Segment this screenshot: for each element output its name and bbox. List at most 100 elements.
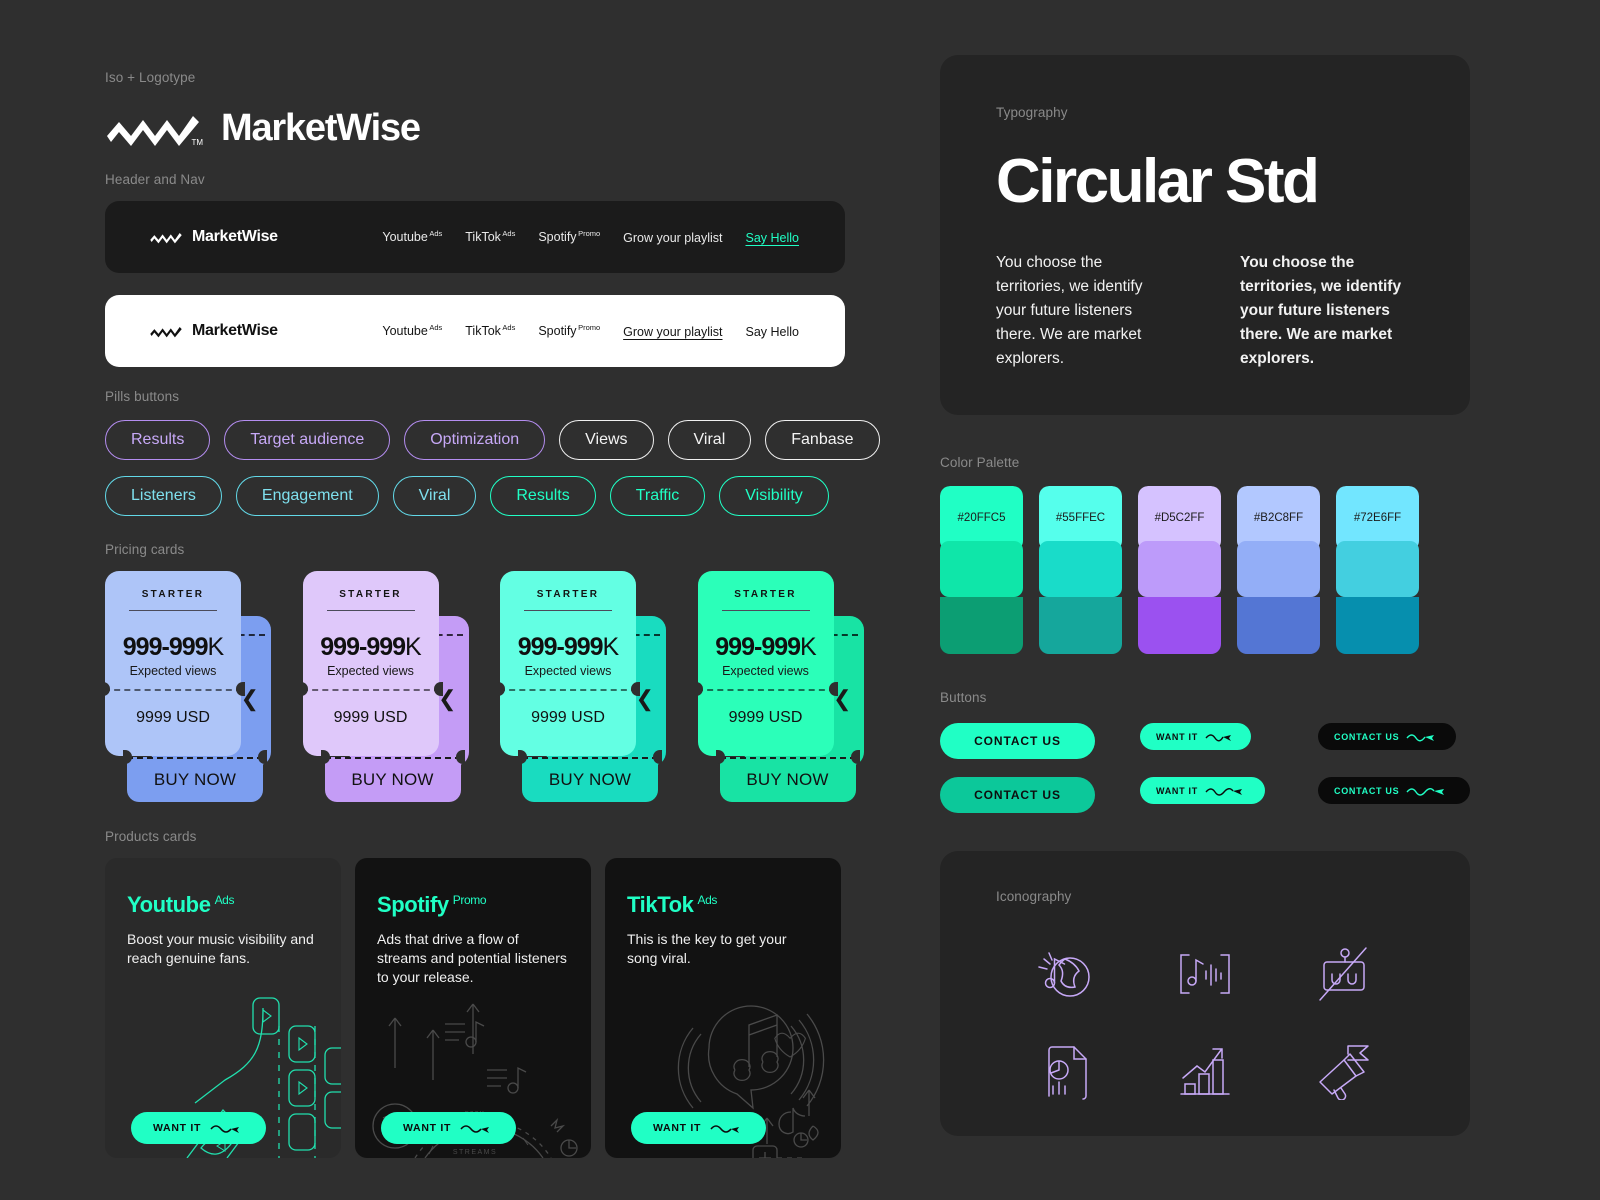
pill-results[interactable]: Results [105, 420, 211, 460]
contact-us-button-solid[interactable]: CONTACT US [940, 723, 1095, 760]
navbar-dark[interactable]: MarketWise Youtube Ads TikTok Ads Spotify P… [105, 201, 845, 273]
pill-optimization[interactable]: Optimization [404, 420, 546, 460]
section-label-buttons: Buttons [940, 690, 987, 706]
nav-link-say-hello[interactable]: Say Hello [746, 325, 800, 339]
want-it-button[interactable]: WANT IT [131, 1112, 267, 1144]
wavy-arrow-icon [1205, 733, 1231, 742]
brand-wordmark: MarketWise [221, 107, 421, 149]
pill-results[interactable]: Results [490, 476, 596, 516]
nav-link-grow-playlist[interactable]: Grow your playlist [623, 325, 722, 339]
ticket-perforation [696, 689, 835, 691]
buy-perforation [324, 757, 461, 759]
ticket-notch-right [631, 682, 640, 696]
contact-us-button-dark[interactable]: CONTACT US [1318, 723, 1457, 751]
nav-link-grow-playlist[interactable]: Grow your playlist [623, 231, 722, 245]
contact-us-button-solid-deep[interactable]: CONTACT US [940, 777, 1095, 814]
pill-target-audience[interactable]: Target audience [224, 420, 391, 460]
nav-link-youtube[interactable]: Youtube Ads [382, 229, 442, 244]
color-swatch[interactable]: #55FFEC [1039, 486, 1122, 655]
navbar-light-brand[interactable]: MarketWise [149, 322, 278, 340]
nav-link-spotify[interactable]: Spotify Promo [538, 229, 600, 244]
audio-waveform-icon[interactable] [1173, 942, 1237, 1006]
buy-notch-right [653, 750, 662, 764]
ticket-notch-right [828, 682, 838, 696]
document-analytics-icon[interactable] [1034, 1040, 1098, 1104]
globe-music-icon[interactable] [1034, 942, 1098, 1006]
section-label-header-nav: Header and Nav [105, 172, 205, 187]
buy-now-button[interactable]: BUY NOW [320, 750, 465, 802]
wavy-arrow-icon [710, 1125, 740, 1133]
pill-visibility[interactable]: Visibility [719, 476, 829, 516]
nav-link-tiktok[interactable]: TikTok Ads [465, 229, 515, 244]
product-title-tiktok: TikTok Ads [627, 892, 717, 917]
growth-chart-icon[interactable] [1173, 1040, 1237, 1104]
buy-perforation [127, 757, 263, 759]
product-card-spotify[interactable]: 500K STREAMS SpotifyPromo Ads that drive… [355, 858, 591, 1158]
navbar-light[interactable]: MarketWise Youtube Ads TikTok Ads Spotify P… [105, 295, 845, 367]
ticket-price-unit: K [602, 633, 620, 662]
product-card-youtube[interactable]: Youtube Ads Boost your music visibility a… [105, 858, 341, 1158]
contact-us-button-dark-long[interactable]: CONTACT US [1318, 777, 1471, 805]
product-description: Boost your music visibility and reach ge… [127, 931, 314, 967]
ticket-plan-name: STARTER [734, 589, 797, 600]
color-palette-group: Color Palette #20FFC5 #55FFEC #D5C2FF #B… [940, 455, 1470, 655]
nav-link-tiktok[interactable]: TikTok Ads [465, 323, 515, 338]
pill-viral[interactable]: Viral [667, 420, 752, 460]
pill-engagement[interactable]: Engagement [235, 476, 379, 516]
iconography-panel: Iconography [940, 851, 1470, 1137]
ticket-perforation [301, 689, 440, 691]
products-group: Products cards Youtube Ads Boost your mu… [105, 829, 845, 1158]
pricing-card[interactable]: ❮ STARTER 999-999K Expected views 9999 U… [298, 571, 469, 802]
pill-fanbase[interactable]: Fanbase [765, 420, 880, 460]
navbar-dark-brand[interactable]: MarketWise [149, 228, 278, 246]
color-swatch[interactable]: #72E6FF [1336, 486, 1419, 655]
product-title-spotify: Spotify Promo [377, 892, 487, 917]
buy-now-button[interactable]: BUY NOW [715, 750, 860, 802]
pricing-card[interactable]: ❮ STARTER 999-999K Expected views 9999 U… [693, 571, 864, 802]
marketwise-mark-icon [149, 231, 183, 244]
marketwise-mark-icon [149, 325, 183, 338]
ticket-perforation [104, 689, 242, 691]
pricing-cards-row: ❮ STARTER 999-999K Expected views 9999 U… [101, 571, 864, 802]
buttons-grid: CONTACT US WANT IT CONTACT US CONTACT US… [940, 723, 1471, 814]
wavy-arrow-icon [1406, 787, 1445, 796]
want-it-button[interactable]: WANT IT [381, 1112, 517, 1144]
no-ads-icon[interactable] [1312, 942, 1376, 1006]
megaphone-flag-icon[interactable] [1312, 1040, 1376, 1104]
buy-now-button[interactable]: BUY NOW [518, 750, 662, 802]
pricing-card[interactable]: ❮ STARTER 999-999K Expected views 9999 U… [101, 571, 271, 802]
product-card-tiktok[interactable]: TikTok Ads This is the key to get your so… [605, 858, 841, 1158]
color-swatch[interactable]: #20FFC5 [940, 486, 1023, 655]
want-it-button[interactable]: WANT IT [631, 1112, 767, 1144]
pill-listeners[interactable]: Listeners [105, 476, 222, 516]
section-label-typography: Typography [996, 105, 1068, 120]
nav-link-spotify[interactable]: Spotify Promo [538, 323, 600, 338]
ticket-price-caption: Expected views [722, 664, 809, 679]
color-swatch[interactable]: #D5C2FF [1138, 486, 1221, 655]
ticket-plan-name: STARTER [141, 589, 205, 600]
buy-now-button[interactable]: BUY NOW [123, 750, 267, 802]
ticket-usd-amount: 9999 USD [333, 709, 408, 726]
buy-now-label: BUY NOW [351, 769, 434, 789]
nav-link-say-hello[interactable]: Say Hello [746, 231, 800, 245]
nav-link-youtube[interactable]: Youtube Ads [382, 323, 442, 338]
pill-traffic[interactable]: Traffic [609, 476, 706, 516]
color-hex-label: #B2C8FF [1253, 511, 1304, 524]
typography-panel: Typography Circular Std You choose the t… [940, 55, 1470, 416]
pill-viral[interactable]: Viral [392, 476, 477, 516]
want-it-button-solid[interactable]: WANT IT [1140, 723, 1251, 751]
color-hex-label: #72E6FF [1353, 511, 1402, 524]
pricing-card[interactable]: ❮ STARTER 999-999K Expected views 9999 U… [496, 571, 666, 802]
color-swatch[interactable]: #B2C8FF [1237, 486, 1320, 655]
ticket-notch-left [693, 682, 703, 696]
ticket-price-value: 999-999 [122, 633, 209, 662]
trademark-symbol: TM [191, 137, 203, 147]
pill-views[interactable]: Views [559, 420, 654, 460]
buy-notch-right [455, 750, 465, 764]
buy-notch-left [320, 750, 330, 764]
ticket-notch-right [433, 682, 443, 696]
section-label-pricing: Pricing cards [105, 542, 185, 557]
product-title-youtube: Youtube Ads [127, 892, 235, 917]
ticket-usd-amount: 9999 USD [136, 709, 210, 726]
want-it-button-solid-long[interactable]: WANT IT [1140, 777, 1265, 805]
